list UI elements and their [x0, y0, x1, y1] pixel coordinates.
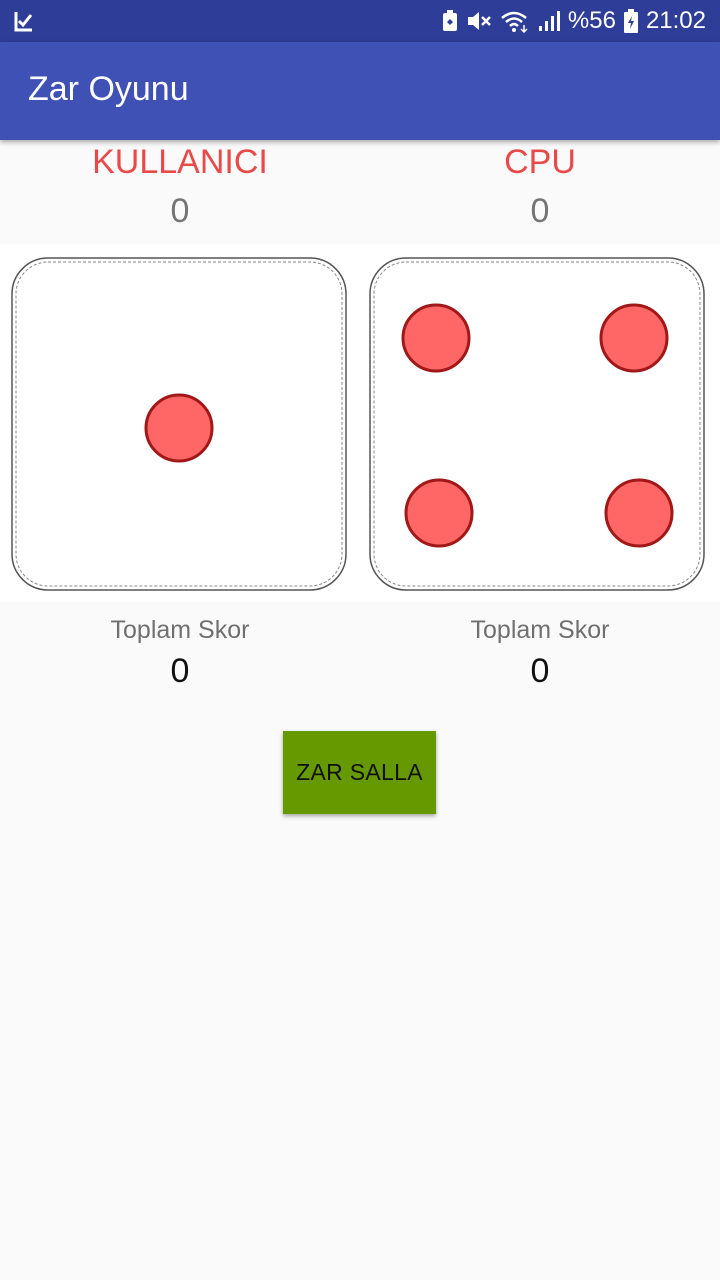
roll-dice-button[interactable]: ZAR SALLA	[283, 731, 436, 814]
wifi-icon	[500, 9, 530, 33]
die-pip	[401, 303, 471, 373]
cpu-die	[369, 257, 705, 591]
mute-icon	[466, 9, 492, 33]
app-title: Zar Oyunu	[28, 70, 189, 108]
checkmark-notification-icon	[12, 9, 36, 33]
user-round-score: 0	[170, 192, 190, 230]
die-pip	[144, 393, 214, 463]
user-name-label: KULLANICI	[92, 143, 268, 181]
cpu-name-label: CPU	[504, 143, 576, 181]
user-die-pips	[144, 393, 214, 463]
user-die	[11, 257, 347, 591]
cpu-total-label: Toplam Skor	[470, 616, 610, 644]
status-time: 21:02	[645, 7, 706, 34]
die-pip	[604, 478, 674, 548]
battery-saver-icon	[442, 10, 458, 32]
signal-icon	[538, 9, 560, 33]
cpu-round-score: 0	[530, 192, 550, 230]
app-bar: Zar Oyunu	[0, 42, 720, 140]
die-pip	[404, 478, 474, 548]
die-pip	[599, 303, 669, 373]
battery-percent: %56	[567, 7, 616, 34]
user-total-score: 0	[170, 652, 190, 690]
cpu-total-score: 0	[530, 652, 550, 690]
battery-icon	[623, 9, 638, 33]
user-total-label: Toplam Skor	[110, 616, 250, 644]
status-bar: %56 21:02	[0, 0, 720, 42]
